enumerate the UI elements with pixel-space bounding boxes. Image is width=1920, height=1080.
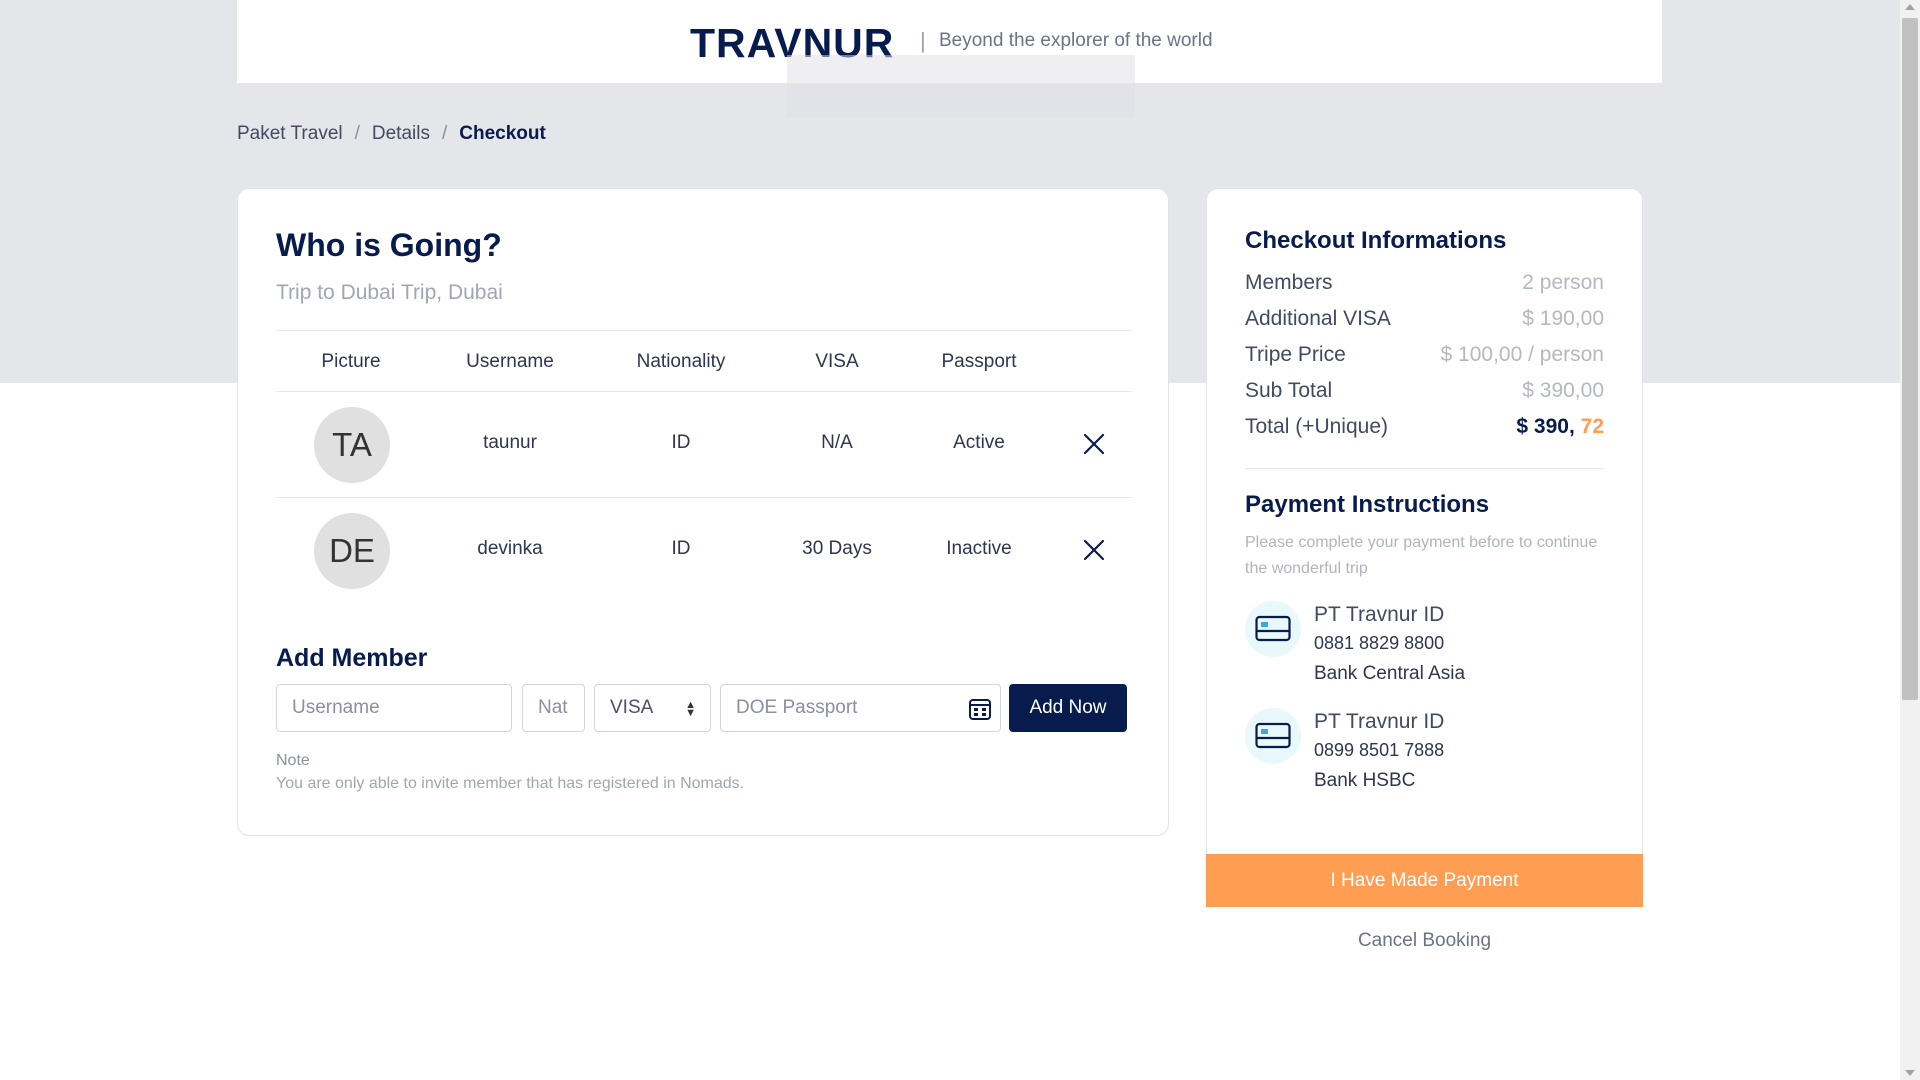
table-row: DE devinka ID 30 Days Inactive <box>276 498 1132 604</box>
bank-account-name: PT Travnur ID <box>1314 603 1445 626</box>
members-table-header: Picture Username Nationality VISA Passpo… <box>276 330 1132 392</box>
payment-instructions-text: Please complete your payment before to c… <box>1245 534 1598 577</box>
calendar-icon[interactable] <box>968 697 992 721</box>
username-input[interactable]: Username <box>276 684 512 732</box>
brand-separator: | <box>920 28 926 53</box>
avatar: TA <box>314 407 390 483</box>
breadcrumb-paket-travel[interactable]: Paket Travel <box>237 123 343 145</box>
member-visa: 30 Days <box>802 538 872 559</box>
checkout-row-trip-price: Tripe Price $ 100,00 / person <box>1245 343 1604 373</box>
column-header-picture: Picture <box>321 351 381 372</box>
cancel-booking-link[interactable]: Cancel Booking <box>1206 930 1643 952</box>
member-visa: N/A <box>821 432 853 453</box>
bank-name: Bank HSBC <box>1314 770 1416 791</box>
payment-instructions-title: Payment Instructions <box>1245 491 1490 518</box>
member-username: taunur <box>483 432 537 453</box>
scroll-up-arrow-icon[interactable] <box>1905 4 1915 10</box>
breadcrumb-details[interactable]: Details <box>372 123 430 145</box>
checkout-card: Checkout Informations Members 2 person A… <box>1206 188 1643 854</box>
checkout-row-members: Members 2 person <box>1245 271 1604 301</box>
member-passport: Inactive <box>946 538 1012 559</box>
checkout-label: Tripe Price <box>1245 343 1346 366</box>
breadcrumb-separator: / <box>441 123 448 144</box>
vertical-scrollbar[interactable] <box>1900 0 1920 1080</box>
note-text: You are only able to invite member that … <box>276 775 745 792</box>
doe-passport-input[interactable]: DOE Passport <box>720 684 1001 732</box>
nationality-input[interactable]: Nat <box>522 684 585 732</box>
breadcrumb-separator: / <box>354 123 360 144</box>
breadcrumb: Paket Travel / Details / Checkout <box>237 123 546 145</box>
visa-select-value: VISA <box>610 697 654 718</box>
brand-tagline: Beyond the explorer of the world <box>939 30 1213 51</box>
total-unique-code: 72 <box>1580 415 1604 438</box>
checkout-value: $ 390,00 <box>1522 379 1604 402</box>
table-row: TA taunur ID N/A Active <box>276 392 1132 498</box>
column-header-nationality: Nationality <box>636 351 726 372</box>
note-label: Note <box>276 752 310 769</box>
total-label: Total (+Unique) <box>1245 415 1388 438</box>
column-header-username: Username <box>466 351 554 372</box>
made-payment-button[interactable]: I Have Made Payment <box>1206 854 1643 907</box>
close-icon[interactable] <box>1082 432 1106 456</box>
checkout-label: Sub Total <box>1245 379 1333 402</box>
column-header-passport: Passport <box>941 351 1017 372</box>
divider <box>1245 468 1604 469</box>
checkout-row-visa: Additional VISA $ 190,00 <box>1245 307 1604 337</box>
member-passport: Active <box>953 432 1005 453</box>
bank-account-number: 0899 8501 7888 <box>1314 740 1445 760</box>
bank-account-number: 0881 8829 8800 <box>1314 633 1445 653</box>
breadcrumb-checkout: Checkout <box>459 123 546 144</box>
checkout-title: Checkout Informations <box>1245 227 1507 254</box>
bank-account: PT Travnur ID 0881 8829 8800 Bank Centra… <box>1245 601 1625 691</box>
credit-card-icon <box>1245 708 1301 764</box>
checkout-row-subtotal: Sub Total $ 390,00 <box>1245 379 1604 409</box>
avatar: DE <box>314 513 390 589</box>
checkout-label: Members <box>1245 271 1333 294</box>
add-now-button[interactable]: Add Now <box>1009 684 1127 732</box>
member-username: devinka <box>477 538 543 559</box>
checkout-label: Additional VISA <box>1245 307 1391 330</box>
scrollbar-thumb[interactable] <box>1902 18 1918 700</box>
bank-account: PT Travnur ID 0899 8501 7888 Bank HSBC <box>1245 708 1625 798</box>
member-nationality: ID <box>671 538 691 559</box>
member-nationality: ID <box>671 432 691 453</box>
add-member-title: Add Member <box>276 644 428 672</box>
checkout-value: $ 100,00 / person <box>1440 343 1604 366</box>
column-header-visa: VISA <box>815 351 859 372</box>
checkout-value: 2 person <box>1522 271 1604 294</box>
credit-card-icon <box>1245 601 1301 657</box>
bank-name: Bank Central Asia <box>1314 663 1466 684</box>
total-main: $ 390, <box>1516 415 1575 438</box>
close-icon[interactable] <box>1082 538 1106 562</box>
select-caret-icon: ▲ ▼ <box>685 699 696 719</box>
bank-account-name: PT Travnur ID <box>1314 710 1445 733</box>
total-value: $ 390, 72 <box>1516 415 1604 439</box>
checkout-row-total: Total (+Unique) $ 390, 72 <box>1245 415 1604 445</box>
scroll-down-arrow-icon[interactable] <box>1905 1070 1915 1076</box>
trip-subtitle: Trip to Dubai Trip, Dubai <box>276 281 503 304</box>
members-title: Who is Going? <box>276 227 502 263</box>
members-card: Who is Going? Trip to Dubai Trip, Dubai … <box>237 188 1169 836</box>
nav-shadow-block <box>787 55 1135 118</box>
doe-passport-placeholder: DOE Passport <box>736 697 858 718</box>
checkout-value: $ 190,00 <box>1522 307 1604 330</box>
visa-select[interactable]: VISA ▲ ▼ <box>594 684 711 732</box>
